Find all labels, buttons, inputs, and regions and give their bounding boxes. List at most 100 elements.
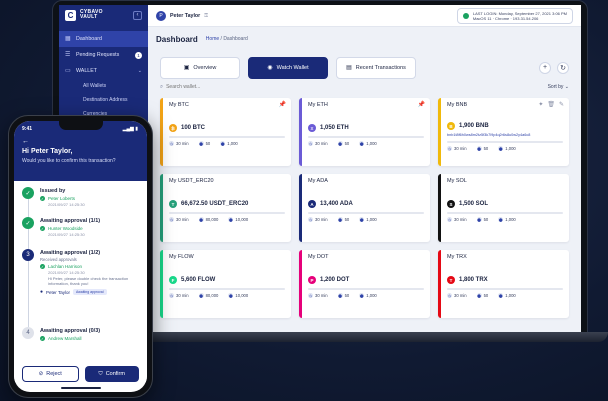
home-indicator (60, 387, 101, 389)
greeting: Hi Peter Taylor, (22, 148, 73, 155)
approval-timeline: ✓ Issued by ✓ Peter Loberts 2021/09/27 14… (14, 181, 147, 351)
tab-watch-wallet[interactable]: ◉ Watch Wallet (248, 56, 328, 79)
coin-icon: S (447, 200, 455, 208)
reject-button[interactable]: ⊘ Reject (22, 366, 79, 382)
wallet-card[interactable]: My BTC 📌 ₿ 100 BTC ◷ 30 min ⬤ 50 ⬤ 1,000 (160, 98, 291, 166)
sidebar-item-pending-requests[interactable]: ☰ Pending Requests 1 (59, 47, 148, 63)
user-name[interactable]: Peter Taylor (170, 13, 200, 19)
coin-icon: ₿ (169, 124, 177, 132)
eye-icon: ◉ (267, 65, 273, 71)
status-badge: Awaiting approval (72, 289, 107, 295)
stat-value: 30 min (176, 293, 189, 298)
coin-icon: Ξ (308, 124, 316, 132)
phone-screen: 9:41 ▂▄▆ ▮ ← Hi Peter Taylor, Would you … (14, 121, 147, 392)
lock-icon[interactable]: ⚿ (204, 13, 208, 19)
wallet-balance: 100 BTC (181, 125, 206, 131)
tab-recent-transactions[interactable]: ▤ Recent Transactions (336, 56, 416, 79)
sidebar-subitem-all-wallets[interactable]: All Wallets (59, 79, 148, 93)
wallet-icon: ▭ (65, 68, 71, 74)
pin-icon[interactable]: 📌 (418, 101, 425, 108)
divider (308, 288, 424, 290)
online-status-icon (462, 12, 469, 19)
user-limit-icon: ⬤ (198, 293, 204, 298)
trash-icon[interactable]: 🗑 (547, 101, 555, 108)
divider (308, 212, 424, 214)
wallet-balance: 1,800 TRX (459, 277, 488, 283)
sort-by-dropdown[interactable]: Sort by ⌄ (548, 84, 569, 90)
sidebar-subitem-destination-address[interactable]: Destination Address (59, 93, 148, 107)
wallet-name: My ETH (308, 102, 328, 108)
clock-icon: ◷ (447, 293, 452, 298)
pin-icon[interactable]: 📌 (279, 101, 286, 108)
edit-icon[interactable]: ✎ (559, 101, 564, 108)
breadcrumb-home[interactable]: Home (206, 36, 219, 42)
approver-name: Peter Loberts (48, 196, 76, 201)
timestamp: 2021/09/27 14:25:30 (48, 232, 85, 237)
view-tabs: ▣ Overview ◉ Watch Wallet ▤ Recent Trans… (148, 51, 581, 81)
stat-value: 50 (483, 146, 489, 151)
search-input[interactable] (166, 84, 287, 90)
coin-icon: P (308, 276, 316, 284)
wallet-name: My USDT_ERC20 (169, 178, 214, 184)
wallet-balance: 66,672.50 USDT_ERC20 (181, 201, 249, 207)
timeline-step: 3 Awaiting approval (1/2) Received appro… (22, 249, 139, 327)
wallet-card[interactable]: My FLOW F 5,600 FLOW ◷ 30 min ⬤ 80,000 ⬤ 10,000 (160, 250, 291, 318)
sidebar-item-dashboard[interactable]: ▦ Dashboard (59, 31, 148, 47)
wallet-card[interactable]: My USDT_ERC20 T 66,672.50 USDT_ERC20 ◷ 30 mi… (160, 174, 291, 242)
amount-limit-icon: ⬤ (359, 293, 365, 298)
sidebar-item-wallet[interactable]: ▭ WALLET ⌄ (59, 63, 148, 79)
wallet-card[interactable]: My DOT P 1,200 DOT ◷ 30 min ⬤ 50 ⬤ 1,000 (299, 250, 430, 318)
clock-icon: ◷ (447, 146, 452, 151)
stat-value: 30 min (315, 217, 328, 222)
wallet-card[interactable]: My TRX T 1,800 TRX ◷ 30 min ⬤ 50 ⬤ 1,000 (438, 250, 569, 318)
chevron-left-icon: ‹ (136, 12, 139, 18)
confirm-question: Would you like to confirm this transacti… (22, 158, 116, 164)
amount-limit-icon: ⬤ (359, 217, 365, 222)
divider (308, 136, 424, 138)
collapse-sidebar-button[interactable]: ‹ (133, 10, 142, 20)
sidebar-item-label: WALLET (76, 68, 97, 74)
wallet-grid: My BTC 📌 ₿ 100 BTC ◷ 30 min ⬤ 50 ⬤ 1,000 My ETH 📌 Ξ 1… (148, 93, 581, 318)
stat-value: 50 (344, 217, 350, 222)
amount-limit-icon: ⬤ (220, 141, 226, 146)
wallet-name: My ADA (308, 178, 328, 184)
search-icon: ⌕ (160, 83, 164, 90)
stat-value: 30 min (176, 141, 189, 146)
overview-icon: ▣ (183, 65, 190, 71)
wallet-balance: 1,500 SOL (459, 201, 489, 207)
wallet-card[interactable]: My SOL S 1,500 SOL ◷ 30 min ⬤ 50 ⬤ 1,000 (438, 174, 569, 242)
stat-value: 30 min (454, 217, 467, 222)
clock-icon: ◷ (169, 141, 174, 146)
refresh-button[interactable]: ↻ (557, 61, 569, 74)
stat-value: 1,000 (366, 217, 377, 222)
wallet-card[interactable]: My ADA A 13,400 ADA ◷ 30 min ⬤ 50 ⬤ 1,000 (299, 174, 430, 242)
breadcrumb-separator: / (220, 36, 222, 42)
confirm-button[interactable]: ⛉ Confirm (84, 366, 139, 382)
wallet-balance: 13,400 ADA (320, 201, 353, 207)
avatar[interactable]: P (156, 10, 166, 21)
clock-icon: ◷ (447, 217, 452, 222)
step-title: Awaiting approval (1/2) (40, 250, 101, 256)
chevron-down-icon: ⌄ (137, 68, 142, 74)
approved-icon: ✓ (40, 196, 45, 201)
add-wallet-button[interactable]: + (539, 61, 551, 74)
check-icon: ✓ (22, 217, 34, 229)
wallet-card[interactable]: My BNB ✦ 🗑 ✎ B 1,900 BNB bnb1t8f6h0ws8m2tz5f3k… (438, 98, 569, 166)
approved-icon: ✓ (40, 226, 45, 231)
tab-overview[interactable]: ▣ Overview (160, 56, 240, 79)
wallet-card[interactable]: My ETH 📌 Ξ 1,050 ETH ◷ 30 min ⬤ 50 ⬤ 1,000 (299, 98, 430, 166)
coin-icon: T (169, 200, 177, 208)
stat-value: 30 min (454, 146, 467, 151)
back-arrow-icon[interactable]: ← (22, 138, 139, 145)
amount-limit-icon: ⬤ (359, 141, 365, 146)
divider (169, 212, 285, 214)
step-title: Issued by (40, 188, 66, 194)
wallet-balance: 1,200 DOT (320, 277, 350, 283)
coin-icon: T (447, 276, 455, 284)
amount-limit-icon: ⬤ (228, 293, 234, 298)
pin-icon[interactable]: ✦ (538, 101, 543, 108)
divider (447, 141, 563, 143)
wallet-address[interactable]: bnb1t8f6h0ws8m2tz5f3k7l9p4q2r6s8u0w2y4a6… (447, 133, 563, 137)
transactions-icon: ▤ (346, 65, 352, 71)
last-login-status: LAST LOGIN: Monday, September 27, 2021 3… (456, 7, 573, 24)
